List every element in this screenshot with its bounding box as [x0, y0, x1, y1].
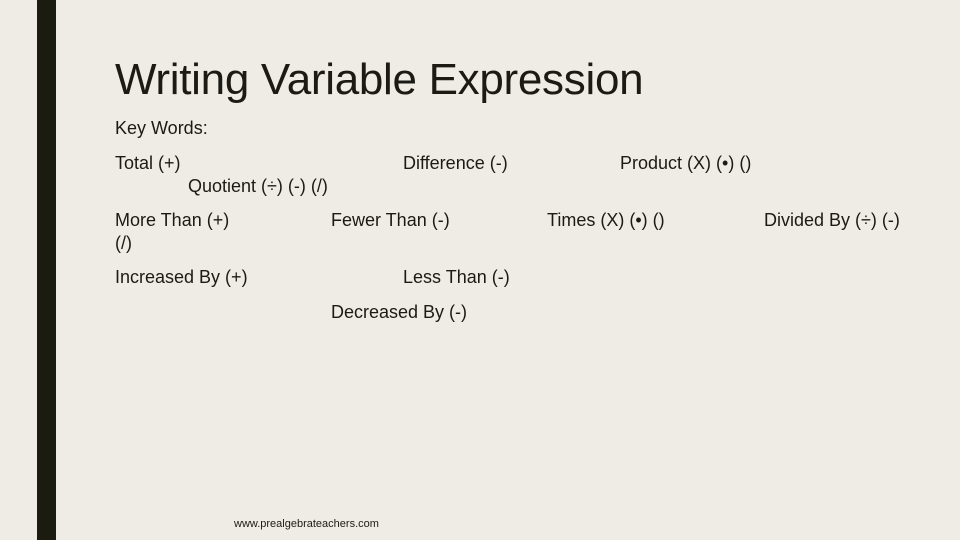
- keyword-more-than: More Than (+): [115, 210, 230, 230]
- keyword-decreased-by: Decreased By (-): [331, 302, 468, 322]
- slide-title: Writing Variable Expression: [115, 55, 644, 104]
- keyword-total: Total (+): [115, 153, 181, 173]
- keyword-divided-by: Divided By (÷) (-): [764, 210, 900, 230]
- keyword-difference: Difference (-): [403, 153, 508, 173]
- keyword-product: Product (X) (•) (): [620, 153, 752, 173]
- keyword-division-slash: (/): [115, 233, 132, 253]
- keyword-fewer-than: Fewer Than (-): [331, 210, 450, 230]
- footer-url: www.prealgebrateachers.com: [234, 518, 379, 530]
- accent-bar: [37, 0, 56, 540]
- keyword-less-than: Less Than (-): [403, 267, 510, 287]
- keyword-quotient: Quotient (÷) (-) (/): [188, 176, 328, 196]
- keyword-times: Times (X) (•) (): [547, 210, 665, 230]
- key-words-label: Key Words:: [115, 118, 208, 138]
- keyword-increased-by: Increased By (+): [115, 267, 248, 287]
